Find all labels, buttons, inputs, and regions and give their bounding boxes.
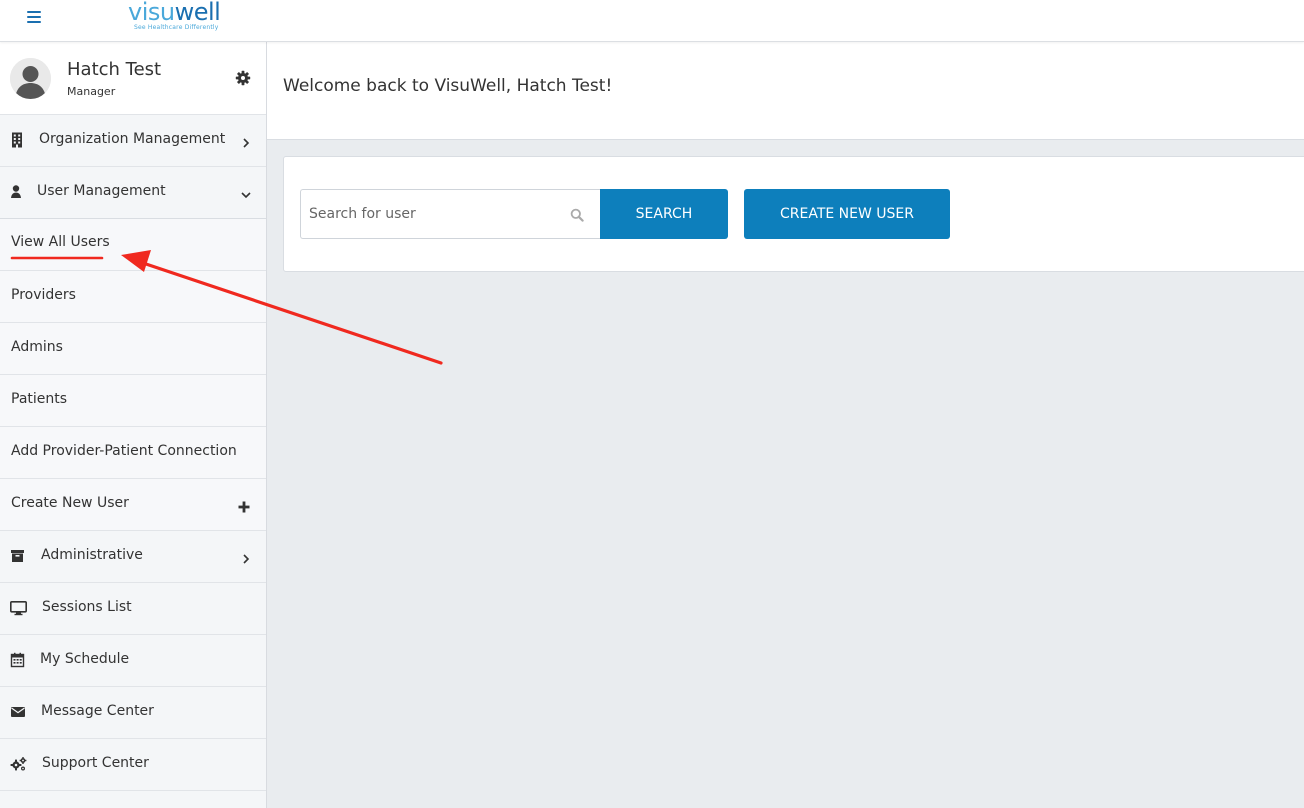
- search-icon: [570, 207, 584, 222]
- profile-panel: Hatch Test Manager: [0, 42, 266, 115]
- calendar-icon: [10, 652, 26, 668]
- search-field-wrapper: [300, 189, 601, 239]
- top-bar: visuwell See Healthcare Differently: [0, 0, 1304, 42]
- nav-label: Organization Management: [39, 131, 226, 147]
- nav-label: Sessions List: [42, 599, 132, 615]
- nav-my-schedule[interactable]: My Schedule: [0, 635, 266, 687]
- welcome-header: Welcome back to VisuWell, Hatch Test!: [267, 42, 1304, 140]
- user-avatar-icon[interactable]: [10, 58, 51, 99]
- nav-label: Admins: [11, 339, 63, 355]
- nav-label: Support Center: [42, 755, 149, 771]
- profile-role: Manager: [67, 85, 116, 98]
- welcome-message: Welcome back to VisuWell, Hatch Test!: [283, 76, 613, 96]
- nav-providers[interactable]: Providers: [0, 271, 266, 323]
- nav-label: Providers: [11, 287, 76, 303]
- cogs-icon: [10, 756, 27, 772]
- logo-wordmark: visuwell: [128, 0, 221, 26]
- hamburger-menu-icon[interactable]: [27, 11, 41, 23]
- visuwell-logo[interactable]: visuwell See Healthcare Differently: [128, 0, 238, 38]
- building-icon: [10, 132, 26, 148]
- monitor-icon: [10, 600, 27, 616]
- create-new-user-button[interactable]: CREATE NEW USER: [744, 189, 950, 239]
- nav-add-provider-patient-connection[interactable]: Add Provider-Patient Connection: [0, 427, 266, 479]
- nav-label: My Schedule: [40, 651, 130, 667]
- nav-label: Message Center: [41, 703, 154, 719]
- nav-label: Patients: [11, 391, 68, 407]
- nav-user-management[interactable]: User Management: [0, 167, 266, 219]
- nav-label: Administrative: [41, 547, 143, 563]
- nav-label: Add Provider-Patient Connection: [11, 443, 237, 459]
- nav-label: View All Users: [11, 234, 110, 250]
- chevron-down-icon: [241, 186, 251, 199]
- gear-icon[interactable]: [235, 70, 251, 86]
- envelope-icon: [10, 704, 26, 720]
- logo-tagline: See Healthcare Differently: [134, 24, 219, 31]
- user-icon: [10, 184, 26, 200]
- nav-administrative[interactable]: Administrative: [0, 531, 266, 583]
- plus-icon: [238, 498, 250, 513]
- user-search-card: SEARCH CREATE NEW USER: [283, 156, 1304, 272]
- nav-support-center[interactable]: Support Center: [0, 739, 266, 791]
- chevron-right-icon: [241, 134, 251, 148]
- nav-label: User Management: [37, 183, 166, 199]
- search-button[interactable]: SEARCH: [600, 189, 728, 239]
- nav-message-center[interactable]: Message Center: [0, 687, 266, 739]
- profile-name: Hatch Test: [67, 59, 162, 80]
- nav-patients[interactable]: Patients: [0, 375, 266, 427]
- search-input[interactable]: [301, 190, 561, 238]
- nav-label: Create New User: [11, 495, 129, 511]
- nav-admins[interactable]: Admins: [0, 323, 266, 375]
- nav-view-all-users[interactable]: View All Users: [0, 219, 266, 271]
- archive-icon: [10, 548, 26, 564]
- nav-organization-management[interactable]: Organization Management: [0, 115, 266, 167]
- nav-sessions-list[interactable]: Sessions List: [0, 583, 266, 635]
- sidebar: Hatch Test Manager Organization Manageme…: [0, 42, 267, 808]
- chevron-right-icon: [241, 550, 251, 564]
- nav-create-new-user[interactable]: Create New User: [0, 479, 266, 531]
